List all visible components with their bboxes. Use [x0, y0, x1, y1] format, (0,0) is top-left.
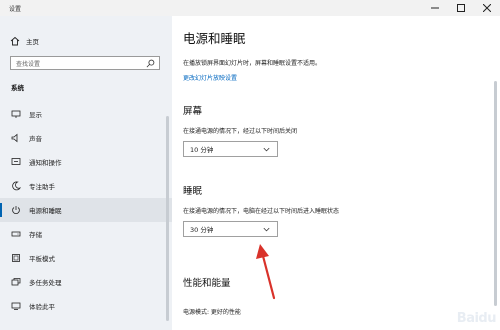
- minimize-icon: [431, 7, 439, 9]
- maximize-button[interactable]: [448, 0, 474, 16]
- sidebar-item-power-sleep[interactable]: 电源和睡眠: [0, 198, 172, 222]
- window-controls: [422, 0, 500, 16]
- maximize-icon: [457, 4, 465, 12]
- home-icon: [10, 36, 20, 46]
- sidebar-item-label: 体验此平: [29, 303, 55, 311]
- close-button[interactable]: [474, 0, 500, 16]
- sidebar-item-display[interactable]: 显示: [0, 102, 172, 126]
- sidebar-item-label: 通知和操作: [29, 159, 62, 167]
- search-placeholder: 查找设置: [16, 60, 41, 68]
- sidebar-item-projecting[interactable]: 体验此平: [0, 294, 172, 318]
- storage-icon: [11, 229, 21, 239]
- notifications-icon: [11, 157, 21, 167]
- sidebar-item-focus-assist[interactable]: 专注助手: [0, 174, 172, 198]
- sidebar-item-label: 显示: [29, 111, 42, 119]
- sidebar-item-storage[interactable]: 存储: [0, 222, 172, 246]
- search-input[interactable]: 查找设置: [10, 56, 160, 70]
- main-content: 电源和睡眠 在播放锁屏界面幻灯片时，屏幕和睡眠设置不适用。 更改幻灯片放映设置 …: [172, 16, 500, 330]
- sidebar-item-notifications[interactable]: 通知和操作: [0, 150, 172, 174]
- sidebar-item-label: 存储: [29, 231, 42, 239]
- title-bar: 设置: [0, 0, 500, 16]
- project-icon: [11, 301, 21, 311]
- app-title: 设置: [9, 5, 22, 13]
- display-icon: [11, 109, 21, 119]
- annotation-arrow: [256, 244, 276, 300]
- minimize-button[interactable]: [422, 0, 448, 16]
- sidebar: 主页 查找设置 系统 显示 声音 通知和操作 专注助手 电源和睡眠 存储 平板模…: [0, 16, 172, 330]
- sidebar-item-sound[interactable]: 声音: [0, 126, 172, 150]
- sidebar-item-label: 平板模式: [29, 255, 55, 263]
- sidebar-item-label: 多任务处理: [29, 279, 62, 287]
- nav-list: 显示 声音 通知和操作 专注助手 电源和睡眠 存储 平板模式 多任务处理 体验此…: [0, 102, 172, 318]
- sidebar-home-label: 主页: [26, 38, 39, 46]
- sidebar-section-title: 系统: [11, 84, 24, 92]
- sidebar-item-tablet-mode[interactable]: 平板模式: [0, 246, 172, 270]
- sidebar-item-label: 声音: [29, 135, 42, 143]
- sidebar-scrollbar[interactable]: [166, 116, 169, 321]
- multitask-icon: [11, 277, 21, 287]
- sidebar-item-multitasking[interactable]: 多任务处理: [0, 270, 172, 294]
- power-icon: [11, 205, 21, 215]
- moon-icon: [11, 181, 21, 191]
- tablet-icon: [11, 253, 21, 263]
- sidebar-item-label: 专注助手: [29, 183, 55, 191]
- search-icon: [146, 59, 155, 67]
- sidebar-home[interactable]: 主页: [10, 36, 39, 46]
- speaker-icon: [11, 133, 21, 143]
- watermark-logo: Baidu: [456, 311, 497, 326]
- close-icon: [483, 4, 491, 12]
- sidebar-item-label: 电源和睡眠: [29, 207, 62, 215]
